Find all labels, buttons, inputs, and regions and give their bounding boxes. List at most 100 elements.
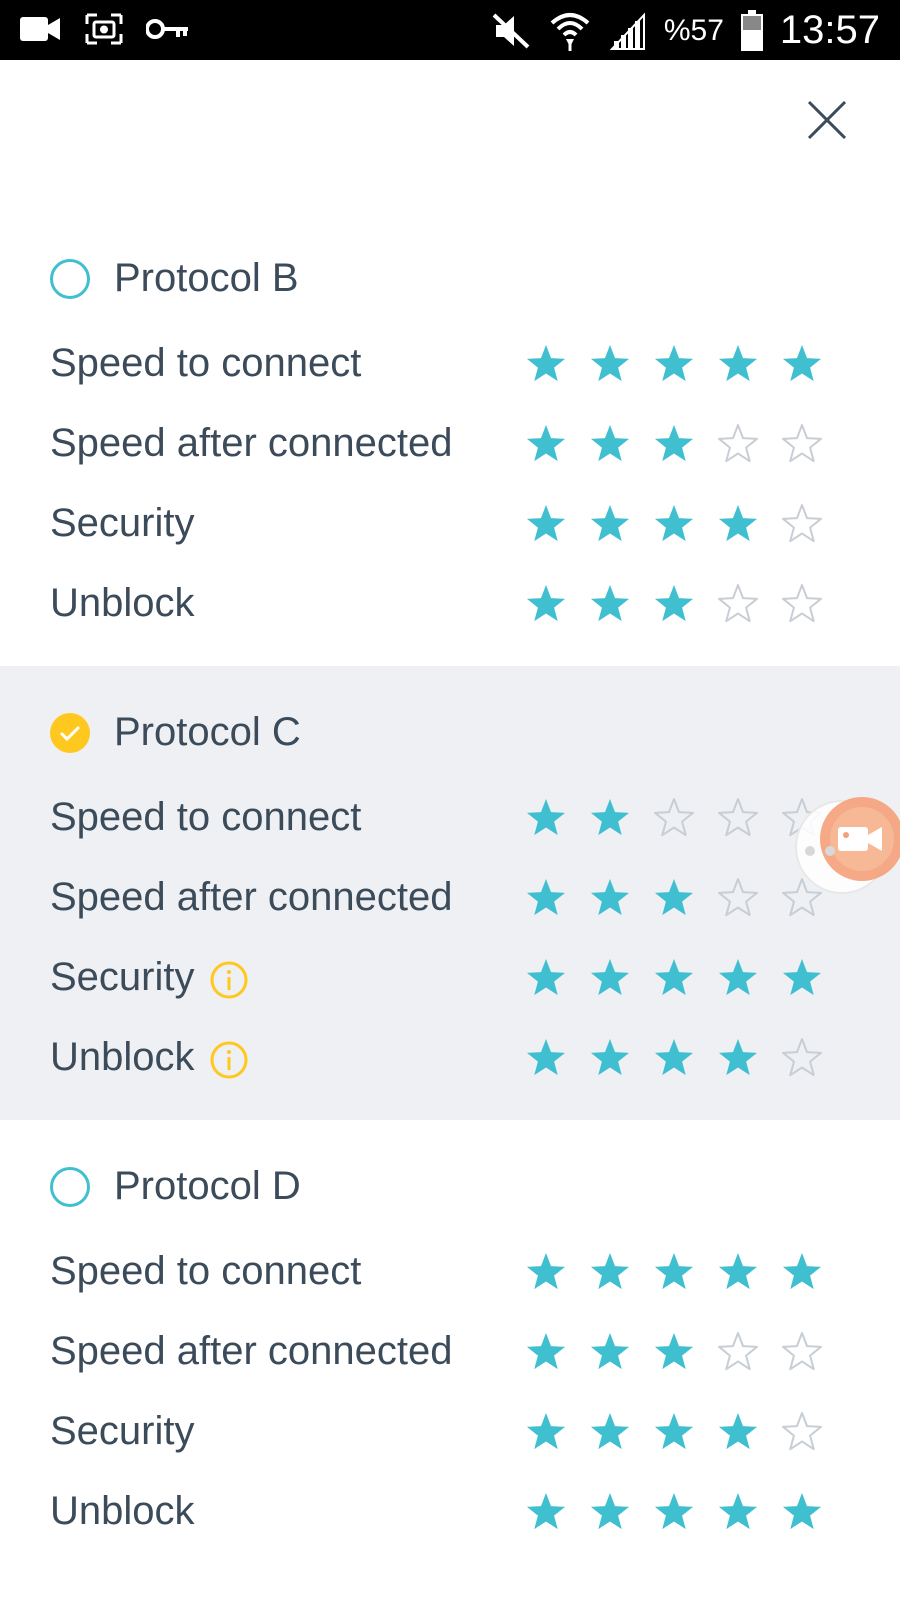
protocol-section-b[interactable]: Protocol B Speed to connect Speed after … xyxy=(0,218,900,666)
rating-row: Speed to connect xyxy=(0,333,900,393)
star-filled-icon xyxy=(590,879,630,916)
star-rating xyxy=(0,867,900,927)
star-filled-icon xyxy=(654,879,694,916)
rating-row: Security xyxy=(0,1401,900,1461)
star-filled-icon xyxy=(590,1253,630,1290)
star-rating xyxy=(0,413,900,473)
star-filled-icon xyxy=(654,1253,694,1290)
radio-unchecked-icon[interactable] xyxy=(50,1166,90,1207)
protocol-section-d[interactable]: Protocol D Speed to connect Speed after … xyxy=(0,1120,900,1600)
star-filled-icon xyxy=(590,1039,630,1076)
video-camera-icon xyxy=(18,13,62,45)
close-button[interactable] xyxy=(805,98,849,142)
battery-icon xyxy=(740,9,764,52)
star-rating xyxy=(0,1027,900,1087)
star-filled-icon xyxy=(782,1253,822,1290)
star-empty-icon xyxy=(653,798,695,837)
star-filled-icon xyxy=(526,345,566,382)
star-filled-icon xyxy=(718,959,758,996)
star-filled-icon xyxy=(654,505,694,542)
wifi-icon xyxy=(548,9,592,53)
screen-recorder-icon xyxy=(795,797,900,894)
star-filled-icon xyxy=(718,505,758,542)
star-filled-icon xyxy=(526,1253,566,1290)
star-empty-icon xyxy=(717,798,759,837)
protocol-title: Protocol D xyxy=(114,1164,301,1208)
star-filled-icon xyxy=(718,1493,758,1530)
radio-checked-icon[interactable] xyxy=(50,712,90,753)
star-filled-icon xyxy=(526,799,566,836)
rating-row: Speed to connect xyxy=(0,787,900,847)
protocol-header[interactable]: Protocol C xyxy=(50,710,301,755)
rating-row: Unblock xyxy=(0,1027,900,1087)
rating-row: Unblock xyxy=(0,1481,900,1541)
star-rating xyxy=(0,787,900,847)
battery-percent: %57 xyxy=(663,13,724,47)
star-rating xyxy=(0,947,900,1007)
star-filled-icon xyxy=(654,1039,694,1076)
screenshot-icon xyxy=(84,12,124,46)
floating-recorder-button[interactable] xyxy=(790,795,900,905)
star-filled-icon xyxy=(654,1413,694,1450)
star-rating xyxy=(0,1321,900,1381)
rating-row: Speed after connected xyxy=(0,413,900,473)
star-empty-icon xyxy=(717,1332,759,1371)
mute-icon xyxy=(490,11,532,51)
star-empty-icon xyxy=(717,424,759,463)
star-filled-icon xyxy=(654,1333,694,1370)
radio-unchecked-icon[interactable] xyxy=(50,258,90,299)
star-filled-icon xyxy=(718,1413,758,1450)
star-empty-icon xyxy=(781,584,823,623)
star-filled-icon xyxy=(718,1253,758,1290)
protocol-section-c[interactable]: Protocol C Speed to connect Speed after … xyxy=(0,666,900,1120)
status-bar: %57 13:57 xyxy=(0,0,900,60)
rating-row: Speed after connected xyxy=(0,1321,900,1381)
star-empty-icon xyxy=(781,1038,823,1077)
star-filled-icon xyxy=(590,345,630,382)
star-rating xyxy=(0,1401,900,1461)
star-filled-icon xyxy=(718,1039,758,1076)
protocol-header[interactable]: Protocol D xyxy=(50,1164,301,1209)
star-filled-icon xyxy=(654,585,694,622)
star-filled-icon xyxy=(654,425,694,462)
star-empty-icon xyxy=(717,584,759,623)
star-empty-icon xyxy=(717,878,759,917)
star-filled-icon xyxy=(782,1493,822,1530)
protocol-header[interactable]: Protocol B xyxy=(50,256,299,301)
star-filled-icon xyxy=(526,1333,566,1370)
star-rating xyxy=(0,333,900,393)
star-empty-icon xyxy=(781,1412,823,1451)
rating-row: Speed to connect xyxy=(0,1241,900,1301)
star-filled-icon xyxy=(718,345,758,382)
vpn-key-icon xyxy=(146,17,190,41)
protocol-title: Protocol C xyxy=(114,710,301,754)
star-empty-icon xyxy=(781,1332,823,1371)
star-filled-icon xyxy=(526,425,566,462)
star-filled-icon xyxy=(526,879,566,916)
star-rating xyxy=(0,1481,900,1541)
star-filled-icon xyxy=(590,505,630,542)
star-filled-icon xyxy=(590,1333,630,1370)
checkmark-icon xyxy=(59,725,81,741)
star-filled-icon xyxy=(590,1493,630,1530)
star-filled-icon xyxy=(590,959,630,996)
star-filled-icon xyxy=(590,585,630,622)
star-filled-icon xyxy=(526,959,566,996)
rating-row: Unblock xyxy=(0,573,900,633)
star-filled-icon xyxy=(654,1493,694,1530)
star-filled-icon xyxy=(590,425,630,462)
star-filled-icon xyxy=(526,505,566,542)
star-filled-icon xyxy=(590,799,630,836)
star-filled-icon xyxy=(526,585,566,622)
star-rating xyxy=(0,573,900,633)
star-filled-icon xyxy=(654,959,694,996)
clock: 13:57 xyxy=(779,8,880,52)
status-right-icons: %57 13:57 xyxy=(490,8,880,53)
star-rating xyxy=(0,1241,900,1301)
star-empty-icon xyxy=(781,504,823,543)
signal-icon xyxy=(608,11,648,51)
protocol-title: Protocol B xyxy=(114,256,299,300)
rating-row: Security xyxy=(0,947,900,1007)
close-icon xyxy=(807,100,847,140)
rating-row: Security xyxy=(0,493,900,553)
